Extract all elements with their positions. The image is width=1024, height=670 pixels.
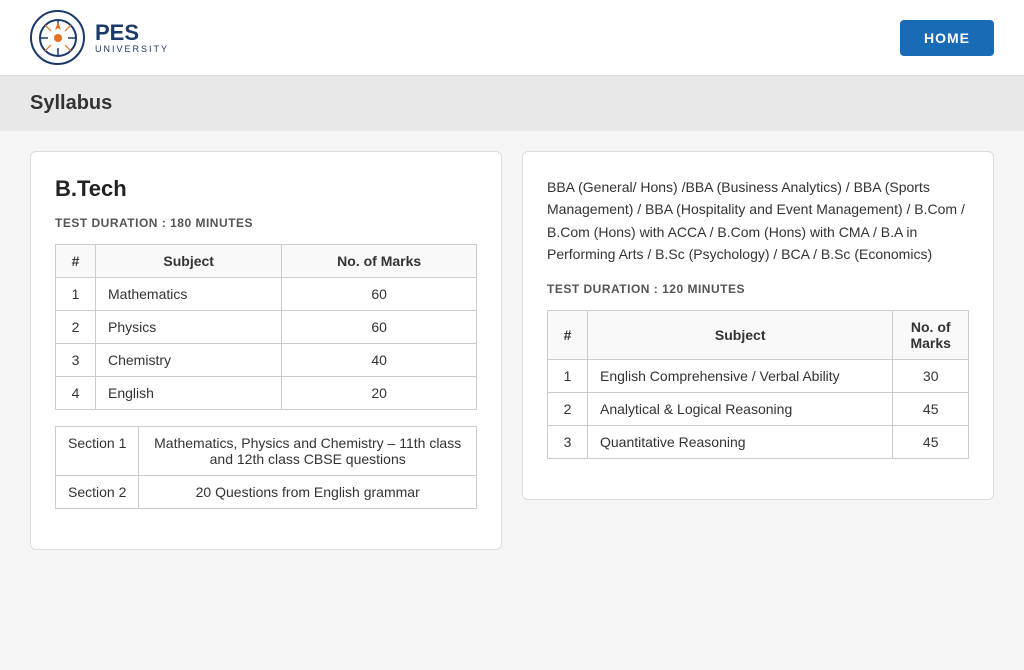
row-marks: 40 — [282, 344, 477, 377]
table-row: 3 Quantitative Reasoning 45 — [548, 425, 969, 458]
table-row: 4 English 20 — [56, 377, 477, 410]
table-row: Section 2 20 Questions from English gram… — [56, 476, 477, 509]
table-row: 1 English Comprehensive / Verbal Ability… — [548, 359, 969, 392]
syllabus-bar: Syllabus — [0, 76, 1024, 131]
btech-card: B.Tech TEST DURATION : 180 MINUTES # Sub… — [30, 151, 502, 550]
row-subject: Quantitative Reasoning — [588, 425, 893, 458]
other-card: BBA (General/ Hons) /BBA (Business Analy… — [522, 151, 994, 500]
logo-subtitle: UNIVERSITY — [95, 44, 169, 54]
col-header-subject: Subject — [96, 245, 282, 278]
row-num: 3 — [56, 344, 96, 377]
col-header-num: # — [56, 245, 96, 278]
btech-subjects-table: # Subject No. of Marks 1 Mathematics 60 … — [55, 244, 477, 410]
section-label: Section 1 — [56, 427, 139, 476]
logo-icon — [38, 18, 78, 58]
row-marks: 45 — [893, 425, 969, 458]
row-subject: Physics — [96, 311, 282, 344]
row-subject: English — [96, 377, 282, 410]
home-button[interactable]: HOME — [900, 20, 994, 56]
row-num: 1 — [56, 278, 96, 311]
logo-area: PES UNIVERSITY — [30, 10, 169, 65]
row-subject: Mathematics — [96, 278, 282, 311]
row-num: 1 — [548, 359, 588, 392]
page-title: Syllabus — [30, 92, 994, 115]
btech-test-duration: TEST DURATION : 180 MINUTES — [55, 216, 477, 230]
row-marks: 45 — [893, 392, 969, 425]
col-header-marks: No. ofMarks — [893, 310, 969, 359]
row-subject: English Comprehensive / Verbal Ability — [588, 359, 893, 392]
row-num: 4 — [56, 377, 96, 410]
row-marks: 30 — [893, 359, 969, 392]
other-subjects-table: # Subject No. ofMarks 1 English Comprehe… — [547, 310, 969, 459]
table-row: 1 Mathematics 60 — [56, 278, 477, 311]
main-content: B.Tech TEST DURATION : 180 MINUTES # Sub… — [0, 131, 1024, 570]
btech-sections-table: Section 1 Mathematics, Physics and Chemi… — [55, 426, 477, 509]
section-desc: Mathematics, Physics and Chemistry – 11t… — [139, 427, 477, 476]
col-header-num: # — [548, 310, 588, 359]
row-subject: Analytical & Logical Reasoning — [588, 392, 893, 425]
row-num: 2 — [56, 311, 96, 344]
other-test-duration: TEST DURATION : 120 MINUTES — [547, 282, 969, 296]
table-row: 3 Chemistry 40 — [56, 344, 477, 377]
col-header-subject: Subject — [588, 310, 893, 359]
row-num: 3 — [548, 425, 588, 458]
btech-title: B.Tech — [55, 176, 477, 202]
logo-circle — [30, 10, 85, 65]
row-num: 2 — [548, 392, 588, 425]
program-description: BBA (General/ Hons) /BBA (Business Analy… — [547, 176, 969, 266]
section-desc: 20 Questions from English grammar — [139, 476, 477, 509]
logo-text: PES — [95, 22, 169, 44]
header: PES UNIVERSITY HOME — [0, 0, 1024, 76]
table-row: 2 Analytical & Logical Reasoning 45 — [548, 392, 969, 425]
row-marks: 60 — [282, 278, 477, 311]
section-label: Section 2 — [56, 476, 139, 509]
row-marks: 20 — [282, 377, 477, 410]
row-marks: 60 — [282, 311, 477, 344]
table-row: Section 1 Mathematics, Physics and Chemi… — [56, 427, 477, 476]
col-header-marks: No. of Marks — [282, 245, 477, 278]
table-row: 2 Physics 60 — [56, 311, 477, 344]
row-subject: Chemistry — [96, 344, 282, 377]
